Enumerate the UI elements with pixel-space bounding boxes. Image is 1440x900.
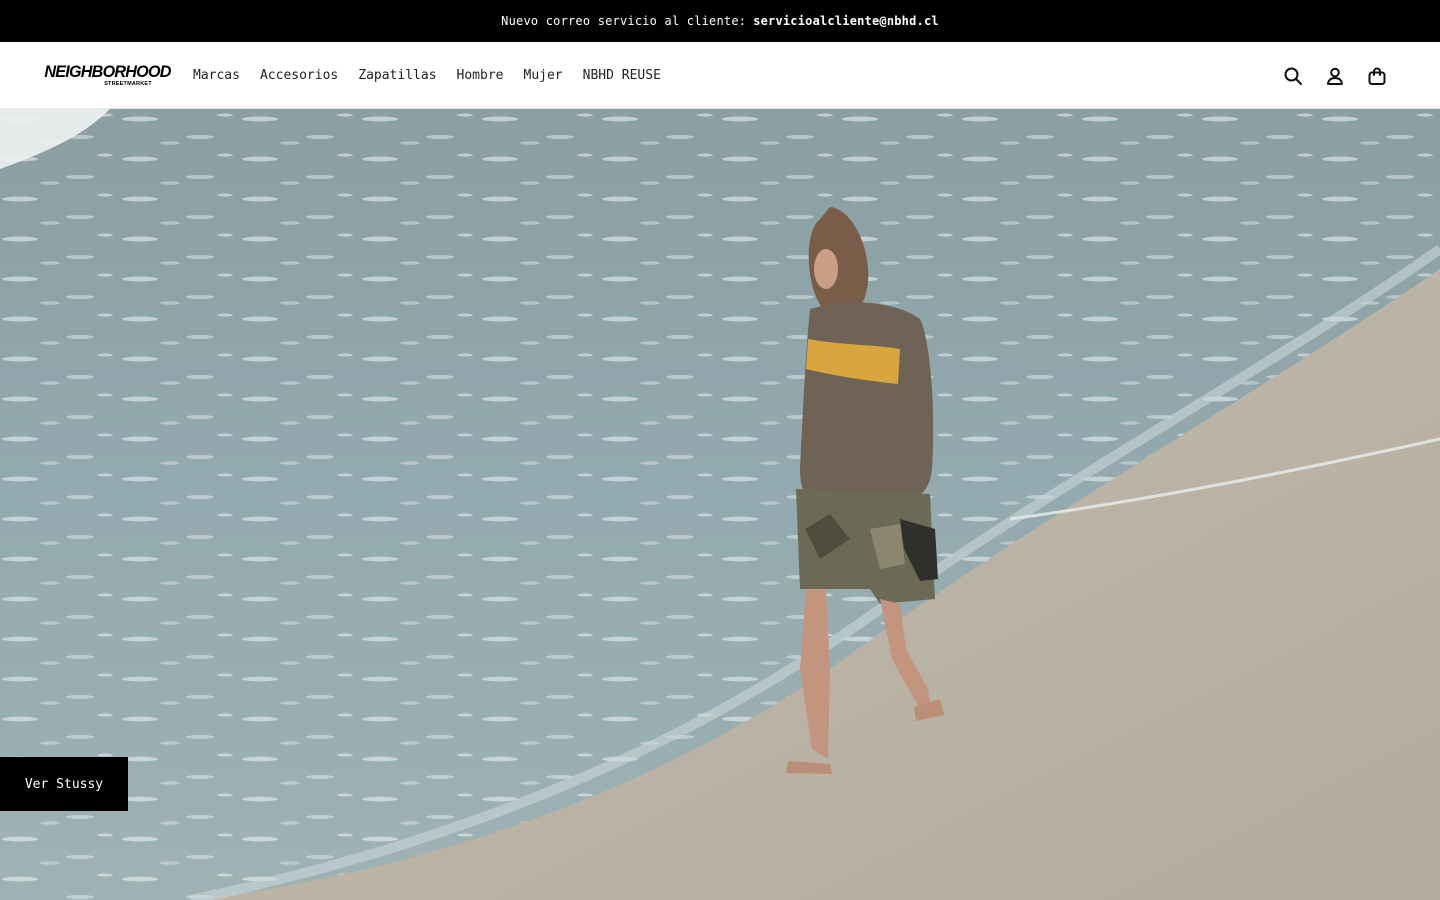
announcement-email[interactable]: servicioalcliente@nbhd.cl: [753, 14, 939, 28]
logo[interactable]: NEIGHBORHOOD STREETMARKET: [44, 63, 172, 91]
hero-cta-button[interactable]: Ver Stussy: [0, 757, 128, 811]
nav-item-marcas[interactable]: Marcas: [193, 68, 240, 83]
account-icon[interactable]: [1324, 65, 1346, 87]
logo-subtitle: STREETMARKET: [104, 81, 152, 87]
nav-item-zapatillas[interactable]: Zapatillas: [358, 68, 436, 83]
cart-icon[interactable]: [1366, 65, 1388, 87]
hero-image: [0, 109, 1440, 900]
site-header: NEIGHBORHOOD STREETMARKET Marcas Accesor…: [0, 42, 1440, 109]
announcement-text: Nuevo correo servicio al cliente:: [501, 14, 747, 28]
nav-item-mujer[interactable]: Mujer: [524, 68, 563, 83]
hero-cta-label: Ver Stussy: [24, 776, 104, 792]
logo-brand: NEIGHBORHOOD: [44, 62, 172, 81]
nav-item-hombre[interactable]: Hombre: [457, 68, 504, 83]
announcement-bar: Nuevo correo servicio al cliente: servic…: [0, 0, 1440, 42]
header-actions: [1262, 42, 1388, 109]
search-icon[interactable]: [1282, 65, 1304, 87]
nav-item-nbhd-reuse[interactable]: NBHD REUSE: [583, 68, 661, 83]
nav-item-accesorios[interactable]: Accesorios: [260, 68, 338, 83]
hero-banner[interactable]: Ver Stussy: [0, 109, 1440, 900]
main-nav: Marcas Accesorios Zapatillas Hombre Muje…: [193, 42, 681, 109]
